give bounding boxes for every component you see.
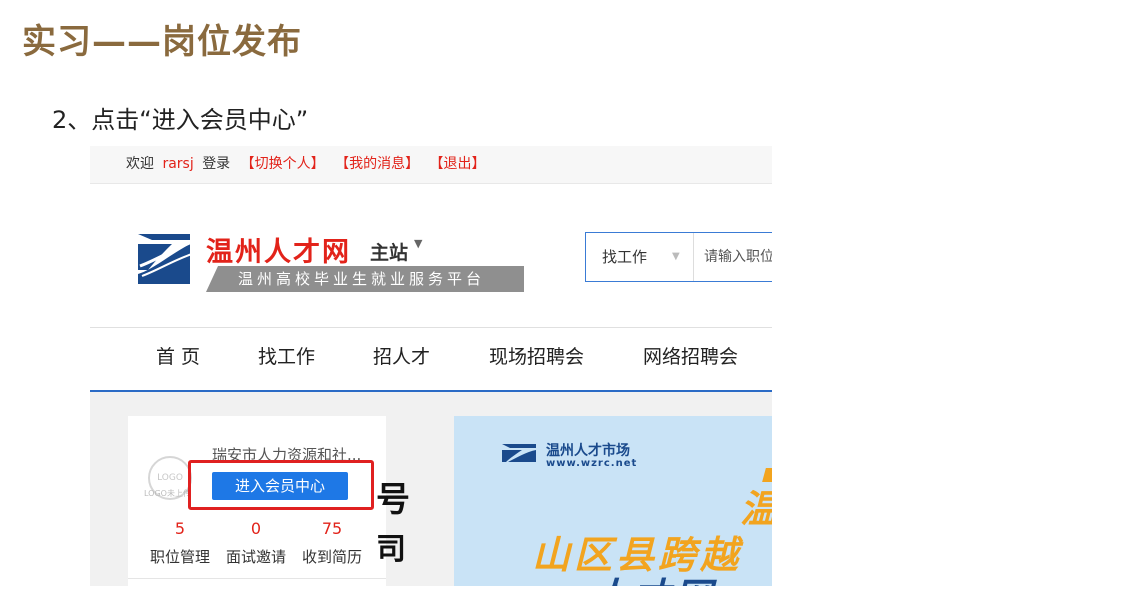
nav-item-recruit[interactable]: 招人才 <box>373 342 430 369</box>
chevron-down-icon: ▼ <box>672 251 680 262</box>
username: rarsj <box>162 156 194 172</box>
stat-resumes-count[interactable]: 75 <box>312 519 352 538</box>
welcome-text: 欢迎 <box>126 156 154 172</box>
stat-jobs-count[interactable]: 5 <box>160 519 200 538</box>
highlight-annotation-box <box>188 460 374 510</box>
search-input[interactable]: 请输入职位 <box>704 233 772 281</box>
my-messages-link[interactable]: 【我的消息】 <box>335 156 419 172</box>
logout-link[interactable]: 【退出】 <box>430 156 486 172</box>
main-nav: 首 页 找工作 招人才 现场招聘会 网络招聘会 <box>90 342 772 372</box>
banner-logo-icon <box>502 444 536 462</box>
search-box: 找工作 ▼ 请输入职位 <box>585 232 772 282</box>
nav-item-onsite-fair[interactable]: 现场招聘会 <box>489 342 584 369</box>
logo-caption: LOGO未上传 <box>144 489 191 498</box>
background-text: 号 <box>376 480 410 520</box>
nav-item-home[interactable]: 首 页 <box>156 342 200 369</box>
site-slogan: 温州高校毕业生就业服务平台 <box>206 266 524 292</box>
website-screenshot: 欢迎 rarsj 登录 【切换个人】 【我的消息】 【退出】 温州人才网 主站 … <box>90 146 772 586</box>
site-logo-icon[interactable] <box>134 230 194 288</box>
switch-personal-link[interactable]: 【切换个人】 <box>241 156 325 172</box>
nav-item-find-job[interactable]: 找工作 <box>258 342 315 369</box>
card-divider <box>128 578 386 579</box>
banner-url: www.wzrc.net <box>546 458 638 469</box>
banner-headline: 人才网 <box>590 566 716 586</box>
site-brand-name[interactable]: 温州人才网 <box>206 230 351 269</box>
site-selector[interactable]: 主站 <box>370 238 408 265</box>
nav-item-online-fair[interactable]: 网络招聘会 <box>643 342 738 369</box>
stat-resumes-label[interactable]: 收到简历 <box>292 546 372 567</box>
slide-title: 实习——岗位发布 <box>22 22 302 62</box>
background-text: 司 <box>376 532 406 567</box>
login-text: 登录 <box>202 156 231 172</box>
stat-interviews-count[interactable]: 0 <box>236 519 276 538</box>
promo-banner[interactable]: 温州人才市场 www.wzrc.net 温 山区县跨越 人才网 <box>454 416 772 586</box>
stat-jobs-label[interactable]: 职位管理 <box>140 546 220 567</box>
banner-brand: 温州人才市场 <box>546 443 630 459</box>
step-instruction: 2、点击“进入会员中心” <box>52 106 309 134</box>
banner-headline: 温 <box>740 478 772 533</box>
search-type-select[interactable]: 找工作 ▼ <box>586 233 694 281</box>
header-divider <box>90 327 772 328</box>
caret-down-icon[interactable]: ▼ <box>414 237 422 250</box>
top-user-bar: 欢迎 rarsj 登录 【切换个人】 【我的消息】 【退出】 <box>90 146 772 184</box>
stat-interviews-label[interactable]: 面试邀请 <box>216 546 296 567</box>
